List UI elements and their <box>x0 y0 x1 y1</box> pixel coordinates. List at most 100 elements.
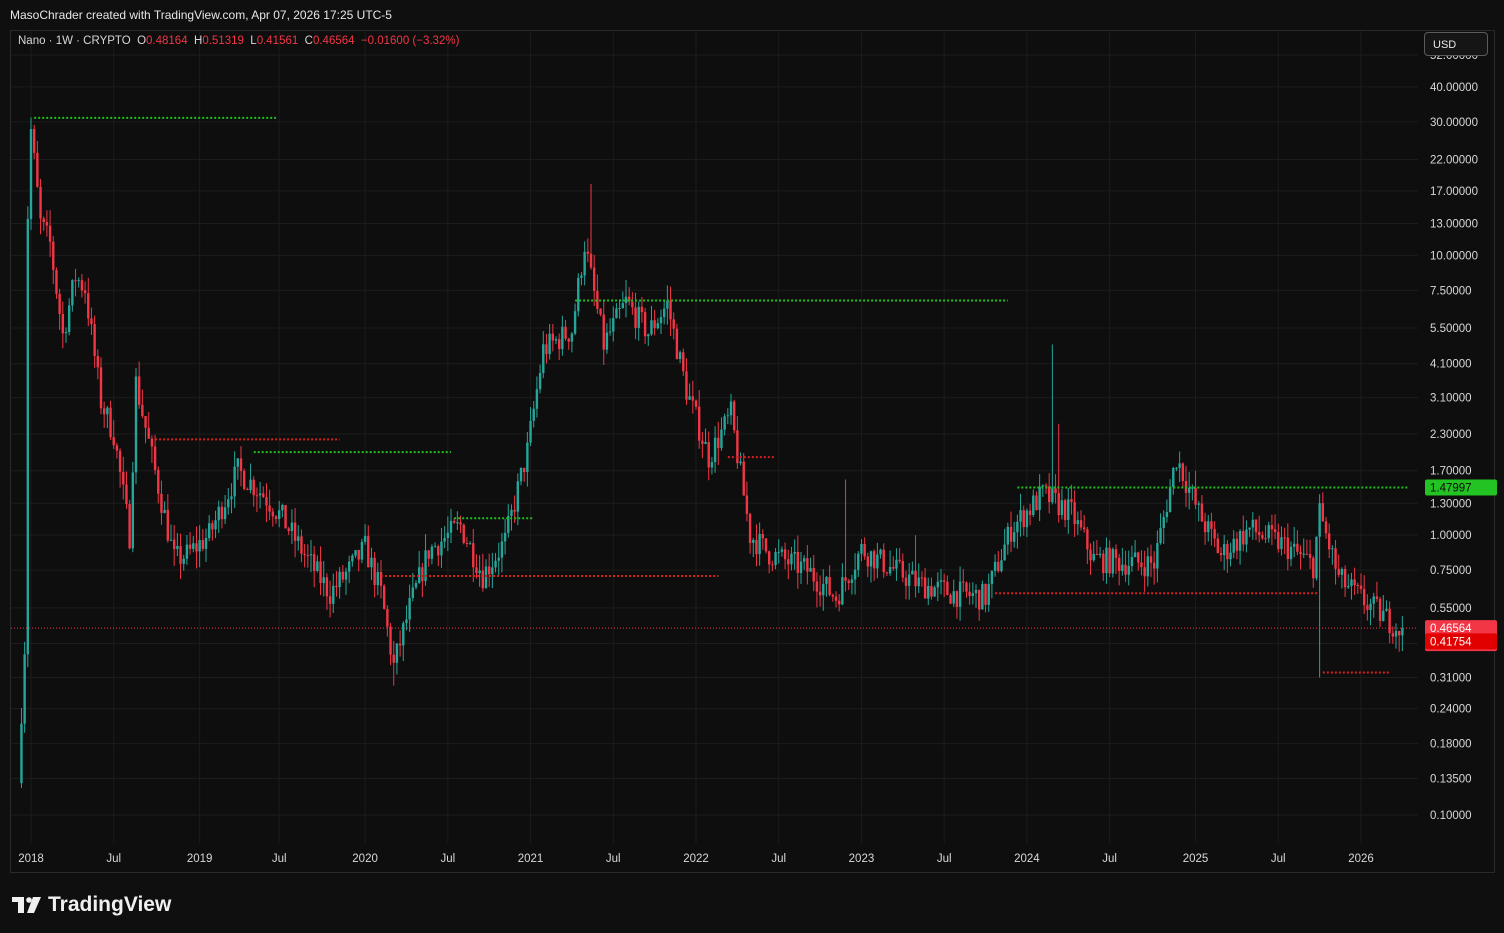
candle-body <box>974 590 978 594</box>
candle-body <box>220 506 224 520</box>
candle-body <box>1277 532 1280 549</box>
candle-body <box>93 324 96 357</box>
candle-body <box>1292 543 1296 547</box>
candle-body <box>408 598 411 620</box>
candle-body <box>1006 526 1010 545</box>
last-price-text: 0.46564 <box>1430 623 1472 635</box>
candle-body <box>1321 503 1325 522</box>
candle-body <box>1378 598 1382 622</box>
candle-body <box>901 561 905 578</box>
candle-body <box>752 539 755 543</box>
candle-body <box>1009 526 1013 542</box>
y-tick-label: 30.00000 <box>1430 117 1478 129</box>
candle-body <box>1302 553 1305 555</box>
candle-body <box>1242 531 1245 545</box>
candle-body <box>1299 551 1302 555</box>
candle-body <box>376 572 380 586</box>
candle-body <box>841 577 844 605</box>
candle-body <box>831 594 835 597</box>
candle-body <box>64 332 68 334</box>
candle-body <box>1200 503 1204 522</box>
candle-body <box>605 332 609 350</box>
high-value: 0.51319 <box>202 35 244 47</box>
candle-body <box>83 290 87 294</box>
candle-body <box>554 339 558 341</box>
candle-body <box>577 277 580 312</box>
brand-name: TradingView <box>48 893 172 916</box>
candle-body <box>997 561 1000 572</box>
candle-body <box>1340 568 1344 575</box>
price-chart[interactable]: 2018 Jul 2019 Jul 2020 Jul 2021 Jul 2022 Jul 2023 J… <box>0 0 1504 933</box>
candle-body <box>233 466 236 497</box>
candle-body <box>1350 579 1353 587</box>
candle-body <box>659 317 663 324</box>
candle-body <box>1308 554 1312 558</box>
candle-body <box>580 275 583 278</box>
candle-body <box>621 303 625 309</box>
tradingview-logo[interactable]: TradingView <box>12 893 171 917</box>
candle-body <box>872 551 876 569</box>
candle-body <box>23 654 26 724</box>
candle-body <box>1079 520 1083 528</box>
candle-body <box>99 367 103 409</box>
candle-body <box>777 551 780 553</box>
candle-body <box>977 590 981 610</box>
candle-body <box>223 507 227 520</box>
candle-body <box>567 338 570 342</box>
candle-body <box>322 577 325 584</box>
candle-body <box>239 458 243 471</box>
candle-body <box>879 549 882 555</box>
candle-body <box>564 326 567 339</box>
x-tick-label: 2024 <box>1014 853 1040 865</box>
candle-body <box>1347 586 1350 588</box>
candle-body <box>1356 584 1360 586</box>
candle-body <box>1165 512 1169 518</box>
candle-body <box>1035 495 1038 510</box>
candle-body <box>685 371 688 400</box>
x-tick-label: 2021 <box>518 853 544 865</box>
candle-body <box>1359 585 1363 589</box>
candle-body <box>287 528 290 532</box>
candle-body <box>1172 468 1175 487</box>
y-tick-label: 10.00000 <box>1430 250 1478 262</box>
y-tick-label: 3.10000 <box>1430 393 1472 405</box>
candle-body <box>1203 521 1207 533</box>
candle-body <box>277 510 281 520</box>
candle-body <box>55 269 58 294</box>
candle-body <box>172 539 176 550</box>
candle-body <box>1162 517 1165 528</box>
candle-body <box>939 580 943 582</box>
candle-body <box>363 536 367 542</box>
candle-body <box>1375 596 1379 599</box>
x-tick-label: Jul <box>106 853 121 865</box>
candle-body <box>484 566 488 589</box>
candle-body <box>592 267 596 291</box>
candle-body <box>755 539 758 555</box>
candle-body <box>36 152 39 187</box>
candle-body <box>1385 608 1388 611</box>
currency-button[interactable]: USD <box>1424 32 1488 56</box>
candle-body <box>952 591 955 604</box>
candle-body <box>475 567 478 574</box>
candle-body <box>293 522 297 541</box>
candle-body <box>761 533 765 539</box>
candle-body <box>984 584 987 605</box>
candle-body <box>411 587 415 599</box>
candle-body <box>1191 487 1194 489</box>
candle-body <box>128 504 131 549</box>
candle-body <box>1261 535 1264 539</box>
candle-body <box>949 594 952 604</box>
symbol-name[interactable]: Nano · 1W · CRYPTO <box>18 35 131 47</box>
candle-body <box>691 396 695 401</box>
candle-body <box>26 219 30 655</box>
candle-body <box>1133 552 1137 558</box>
candle-body <box>1254 519 1258 533</box>
candle-body <box>888 566 892 574</box>
candle-body <box>927 586 930 599</box>
candle-body <box>1248 527 1251 530</box>
candle-body <box>42 218 45 223</box>
candle-body <box>608 331 612 333</box>
candle-body <box>192 543 195 549</box>
candle-body <box>1019 510 1022 522</box>
candle-body <box>882 549 885 573</box>
